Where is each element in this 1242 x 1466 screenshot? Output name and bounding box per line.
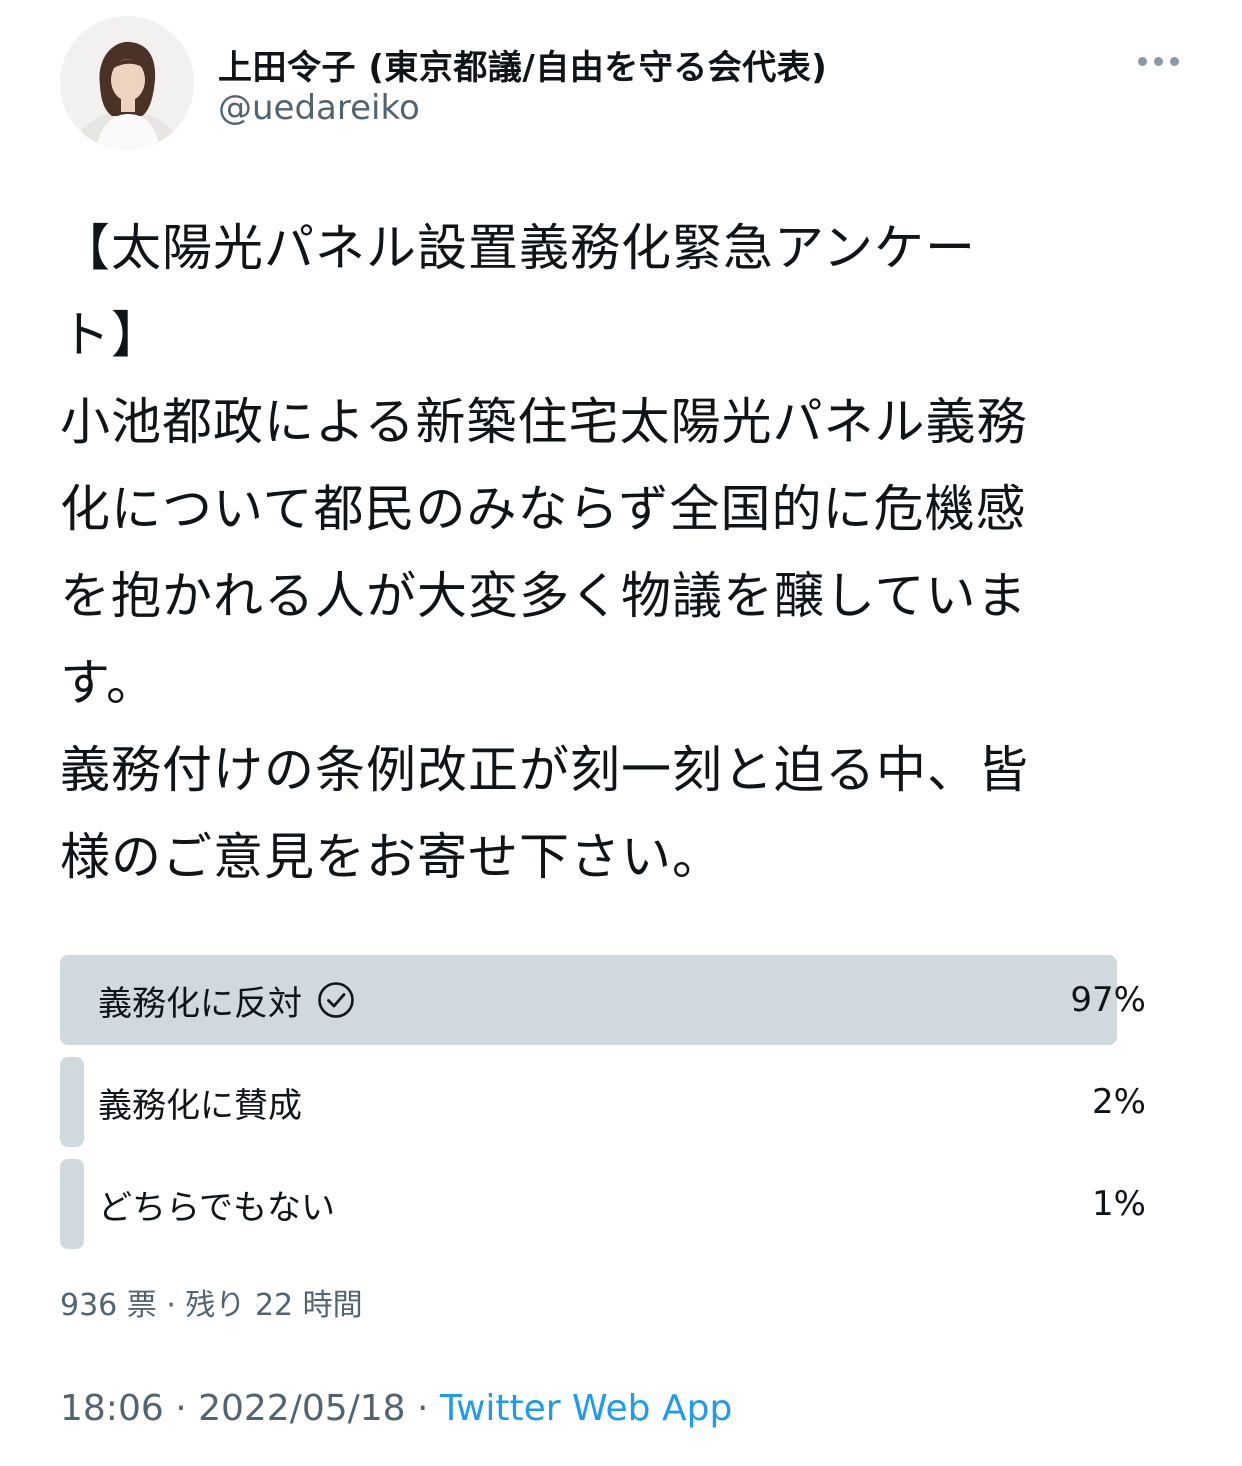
more-dots-icon[interactable]	[1126, 44, 1190, 78]
poll-option-percent: 2%	[1092, 1082, 1146, 1122]
poll-option-text: 義務化に賛成	[98, 1085, 302, 1126]
source-link[interactable]: Twitter Web App	[440, 1388, 732, 1429]
more-dot	[1169, 56, 1179, 66]
tweet-time[interactable]: 18:06	[60, 1388, 164, 1429]
poll-meta: 936 票 · 残り 22 時間	[60, 1288, 363, 1323]
poll-option-label: 義務化に賛成	[98, 1057, 302, 1147]
separator: ·	[405, 1388, 440, 1429]
poll-option-oppose[interactable]: 義務化に反対 97%	[60, 955, 1150, 1045]
poll-option-percent: 97%	[1070, 980, 1146, 1020]
poll-option-label: 義務化に反対	[98, 955, 356, 1045]
poll-option-text: 義務化に反対	[98, 983, 302, 1024]
check-circle-icon	[316, 980, 356, 1020]
tweet-text: 【太陽光パネル設置義務化緊急アンケー ト】 小池都政による新築住宅太陽光パネル義…	[60, 219, 1029, 886]
separator: ·	[163, 1388, 199, 1429]
more-dot	[1137, 56, 1147, 66]
poll-option-text: どちらでもない	[98, 1187, 335, 1228]
author-handle[interactable]: @uedareiko	[218, 88, 420, 128]
poll-option-label: どちらでもない	[98, 1159, 335, 1249]
poll-option-percent: 1%	[1092, 1184, 1146, 1224]
poll-bar	[60, 1057, 84, 1147]
author-display-name[interactable]: 上田令子 (東京都議/自由を守る会代表)	[218, 40, 827, 89]
avatar-image	[60, 16, 194, 150]
more-dot	[1153, 56, 1163, 66]
poll-option-neither[interactable]: どちらでもない 1%	[60, 1159, 1150, 1249]
poll-option-support[interactable]: 義務化に賛成 2%	[60, 1057, 1150, 1147]
timestamp-row: 18:06 · 2022/05/18 · Twitter Web App	[60, 1388, 732, 1429]
tweet-header: 上田令子 (東京都議/自由を守る会代表) @uedareiko	[0, 0, 1242, 170]
avatar[interactable]	[60, 16, 194, 150]
poll: 義務化に反対 97% 義務化に賛成 2% どちらでもない 1%	[60, 955, 1150, 1261]
tweet-date[interactable]: 2022/05/18	[198, 1388, 406, 1429]
poll-bar	[60, 1159, 84, 1249]
